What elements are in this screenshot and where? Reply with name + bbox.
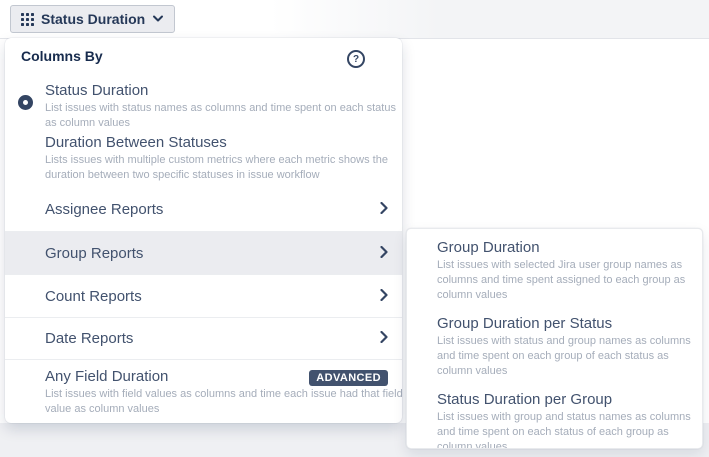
status-duration-dropdown-button[interactable]: Status Duration: [10, 5, 175, 33]
report-menu-list: Assignee Reports Group Reports Count Rep…: [5, 188, 402, 360]
advanced-badge: ADVANCED: [309, 370, 388, 386]
chevron-right-icon: [380, 245, 388, 262]
option-description: Lists issues with multiple custom metric…: [45, 153, 366, 183]
submenu-item-description: List issues with selected Jira user grou…: [437, 258, 690, 303]
chevron-right-icon: [380, 288, 388, 305]
radio-selected-icon[interactable]: [18, 95, 33, 110]
menu-item-label: Date Reports: [45, 330, 133, 347]
submenu-item-description: List issues with group and status names …: [437, 410, 690, 449]
option-title: Status Duration: [45, 82, 366, 99]
menu-item-label: Count Reports: [45, 288, 142, 305]
group-reports-submenu-panel: Group Duration List issues with selected…: [406, 228, 703, 449]
submenu-item-group-duration-per-status[interactable]: Group Duration per Status List issues wi…: [437, 315, 690, 379]
dropdown-button-label: Status Duration: [41, 11, 145, 27]
grid-icon: [21, 13, 34, 26]
help-icon[interactable]: ?: [347, 50, 365, 68]
menu-item-date-reports[interactable]: Date Reports: [5, 317, 402, 360]
chevron-right-icon: [380, 330, 388, 347]
panel-heading: Columns By: [21, 48, 103, 64]
menu-item-assignee-reports[interactable]: Assignee Reports: [5, 188, 402, 231]
submenu-item-title: Group Duration per Status: [437, 315, 690, 332]
menu-item-count-reports[interactable]: Count Reports: [5, 274, 402, 317]
option-description: List issues with field values as columns…: [45, 387, 388, 417]
submenu-item-group-duration[interactable]: Group Duration List issues with selected…: [437, 239, 690, 303]
menu-item-group-reports[interactable]: Group Reports: [5, 231, 402, 274]
option-any-field-duration[interactable]: Any Field Duration ADVANCED List issues …: [5, 368, 402, 417]
option-title: Duration Between Statuses: [45, 134, 366, 151]
columns-by-dropdown-panel: Columns By ? Status Duration List issues…: [5, 38, 402, 423]
menu-item-label: Assignee Reports: [45, 201, 163, 218]
menu-item-label: Group Reports: [45, 245, 143, 262]
submenu-item-description: List issues with status and group names …: [437, 334, 690, 379]
option-status-duration[interactable]: Status Duration List issues with status …: [5, 82, 402, 131]
submenu-item-status-duration-per-group[interactable]: Status Duration per Group List issues wi…: [437, 391, 690, 449]
option-description: List issues with status names as columns…: [45, 101, 366, 131]
chevron-right-icon: [380, 201, 388, 218]
submenu-item-title: Status Duration per Group: [437, 391, 690, 408]
option-duration-between-statuses[interactable]: Duration Between Statuses Lists issues w…: [5, 134, 402, 183]
chevron-down-icon: [152, 15, 164, 23]
submenu-item-title: Group Duration: [437, 239, 690, 256]
